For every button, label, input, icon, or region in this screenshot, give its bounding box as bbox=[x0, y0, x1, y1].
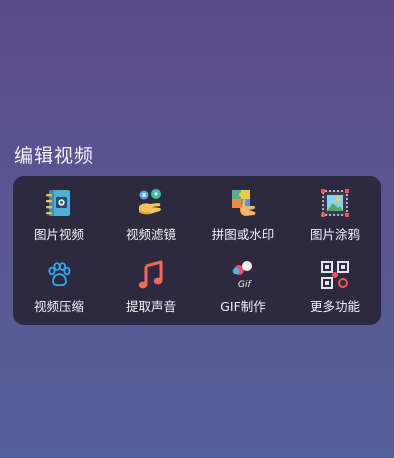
tool-video-filter[interactable]: 视频滤镜 bbox=[105, 188, 197, 248]
filter-hand-icon bbox=[136, 188, 166, 218]
gif-icon: Gif bbox=[228, 260, 258, 290]
framed-picture-icon bbox=[320, 188, 350, 218]
qr-code-icon bbox=[320, 260, 350, 290]
tool-label: 视频滤镜 bbox=[125, 227, 176, 242]
tool-label: 更多功能 bbox=[309, 299, 360, 314]
music-note-icon bbox=[136, 260, 166, 290]
tool-label: GIF制作 bbox=[220, 299, 266, 314]
tool-more-features[interactable]: 更多功能 bbox=[289, 260, 381, 320]
gif-icon-text: Gif bbox=[238, 280, 252, 290]
tool-label: 拼图或水印 bbox=[211, 227, 275, 242]
tool-label: 提取声音 bbox=[125, 299, 176, 314]
tool-label: 图片视频 bbox=[33, 227, 84, 242]
tool-label: 图片涂鸦 bbox=[309, 227, 360, 242]
photo-album-icon bbox=[44, 188, 74, 218]
tool-label: 视频压缩 bbox=[33, 299, 84, 314]
section-title: 编辑视频 bbox=[14, 145, 95, 167]
tool-extract-audio[interactable]: 提取声音 bbox=[105, 260, 197, 320]
tools-panel: 图片视频 视频滤镜 拼图或水印 图片涂鸦 视频压缩 提取声音 Gif GIF制作… bbox=[13, 176, 381, 325]
puzzle-hand-icon bbox=[228, 188, 258, 218]
tool-gif-maker[interactable]: Gif GIF制作 bbox=[197, 260, 289, 320]
tool-photo-doodle[interactable]: 图片涂鸦 bbox=[289, 188, 381, 248]
paw-icon bbox=[44, 260, 74, 290]
tool-photo-video[interactable]: 图片视频 bbox=[13, 188, 105, 248]
tool-video-compress[interactable]: 视频压缩 bbox=[13, 260, 105, 320]
tool-collage-watermark[interactable]: 拼图或水印 bbox=[197, 188, 289, 248]
